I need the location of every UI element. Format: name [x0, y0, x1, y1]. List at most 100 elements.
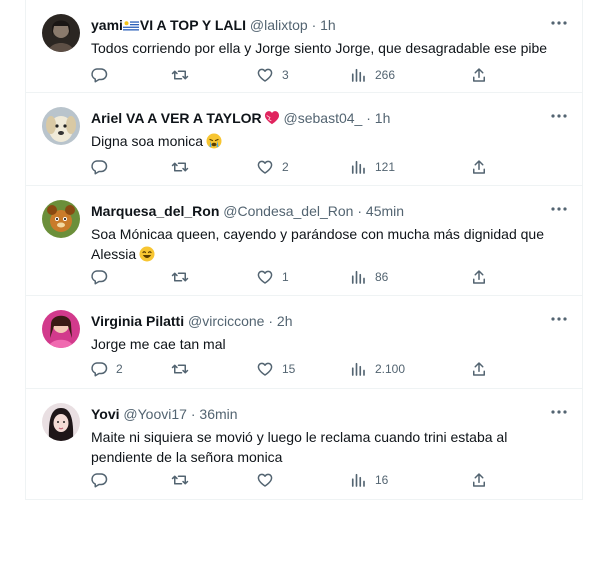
- views-icon: [351, 362, 365, 376]
- tweet-text: Jorge me cae tan mal: [91, 336, 226, 352]
- retweet-button[interactable]: [171, 359, 197, 379]
- more-icon[interactable]: [550, 403, 568, 421]
- separator: ·: [190, 406, 196, 422]
- views-button[interactable]: 121: [349, 157, 395, 177]
- tweet[interactable]: Ariel VA A VER A TAYLOR @sebast04_ · 1h …: [26, 93, 582, 186]
- reply-button[interactable]: [90, 267, 116, 287]
- share-button[interactable]: [470, 65, 488, 85]
- action-bar: 3 266: [84, 65, 504, 85]
- like-count: 1: [282, 270, 289, 284]
- retweet-icon: [171, 272, 189, 282]
- timestamp[interactable]: 45min: [366, 203, 404, 219]
- reply-button[interactable]: 2: [90, 359, 123, 379]
- like-count: 15: [282, 362, 296, 376]
- view-count: 2.100: [375, 362, 406, 376]
- like-button[interactable]: [256, 470, 282, 490]
- reply-count: 2: [116, 362, 123, 376]
- display-name[interactable]: Marquesa_del_Ron: [91, 203, 219, 219]
- display-name[interactable]: Yovi: [91, 406, 120, 422]
- retweet-button[interactable]: [171, 267, 197, 287]
- views-button[interactable]: 86: [349, 267, 388, 287]
- share-button[interactable]: [470, 267, 488, 287]
- display-name[interactable]: yami: [91, 17, 123, 33]
- tweet-header: Virginia Pilatti @virciccone · 2h: [91, 312, 554, 330]
- view-count: 16: [375, 473, 389, 487]
- tweet-text: Maite ni siquiera se movió y luego le re…: [91, 429, 508, 465]
- like-count: 2: [282, 160, 289, 174]
- share-button[interactable]: [470, 157, 488, 177]
- tweet[interactable]: Marquesa_del_Ron @Condesa_del_Ron · 45mi…: [26, 186, 582, 296]
- like-button[interactable]: 15: [256, 359, 295, 379]
- retweet-icon: [171, 70, 189, 80]
- retweet-button[interactable]: [171, 157, 197, 177]
- more-icon[interactable]: [550, 200, 568, 218]
- avatar[interactable]: [42, 310, 80, 348]
- separator: ·: [366, 110, 371, 126]
- timestamp[interactable]: 1h: [320, 17, 336, 33]
- separator: ·: [357, 203, 363, 219]
- views-button[interactable]: 2.100: [349, 359, 405, 379]
- display-name[interactable]: Ariel VA A VER A TAYLOR: [91, 110, 262, 126]
- views-icon: [351, 160, 365, 174]
- tweet-header: Ariel VA A VER A TAYLOR @sebast04_ · 1h: [91, 109, 554, 127]
- tweet-text-content: Soa Mónicaa queen, cayendo y parándose c…: [91, 226, 544, 262]
- share-icon: [473, 68, 485, 82]
- share-button[interactable]: [470, 359, 488, 379]
- like-icon: [257, 270, 273, 284]
- retweet-button[interactable]: [171, 470, 197, 490]
- view-count: 121: [375, 160, 396, 174]
- tweet-header: Yovi @Yoovi17 · 36min: [91, 405, 554, 423]
- views-icon: [351, 270, 365, 284]
- tweet[interactable]: yami VI A TOP Y LALI @lalixtop · 1h Todos…: [26, 0, 582, 93]
- reply-button[interactable]: [90, 157, 116, 177]
- display-name-suffix[interactable]: VI A TOP Y LALI: [140, 17, 246, 33]
- tweet[interactable]: Yovi @Yoovi17 · 36min Maite ni siquiera …: [26, 389, 582, 500]
- handle[interactable]: @sebast04_: [284, 110, 363, 126]
- like-button[interactable]: 2: [256, 157, 289, 177]
- retweet-icon: [171, 364, 189, 374]
- reply-button[interactable]: [90, 470, 116, 490]
- tweet-header: yami VI A TOP Y LALI @lalixtop · 1h: [91, 16, 554, 34]
- reply-icon: [91, 270, 108, 285]
- views-button[interactable]: 16: [349, 470, 388, 490]
- avatar[interactable]: [42, 107, 80, 145]
- timestamp[interactable]: 2h: [277, 313, 293, 329]
- tweet-text-content: Digna soa monica: [91, 133, 204, 149]
- handle[interactable]: @Yoovi17: [123, 406, 187, 422]
- avatar[interactable]: [42, 403, 80, 441]
- handle[interactable]: @Condesa_del_Ron: [223, 203, 353, 219]
- like-count: 3: [282, 68, 289, 82]
- retweet-button[interactable]: [171, 65, 197, 85]
- share-button[interactable]: [470, 470, 488, 490]
- like-button[interactable]: 1: [256, 267, 289, 287]
- reply-icon: [91, 68, 108, 83]
- like-button[interactable]: 3: [256, 65, 289, 85]
- flag-uruguay-icon: [122, 20, 139, 32]
- tweet[interactable]: Virginia Pilatti @virciccone · 2h Jorge …: [26, 296, 582, 389]
- retweet-icon: [171, 162, 189, 172]
- handle[interactable]: @lalixtop: [250, 17, 308, 33]
- tweet-text: Digna soa monica: [91, 131, 558, 151]
- action-bar: 1 86: [84, 267, 504, 287]
- action-bar: 16: [84, 470, 504, 490]
- views-icon: [351, 68, 365, 82]
- handle[interactable]: @virciccone: [188, 313, 264, 329]
- views-button[interactable]: 266: [349, 65, 395, 85]
- grinning-emoji-icon: [139, 246, 155, 262]
- view-count: 86: [375, 270, 389, 284]
- timestamp[interactable]: 1h: [375, 110, 391, 126]
- more-icon[interactable]: [550, 107, 568, 125]
- action-bar: 2 121: [84, 157, 504, 177]
- avatar[interactable]: [42, 14, 80, 52]
- more-icon[interactable]: [550, 310, 568, 328]
- more-icon[interactable]: [550, 14, 568, 32]
- timestamp[interactable]: 36min: [199, 406, 237, 422]
- reply-icon: [91, 473, 108, 488]
- reply-icon: [91, 160, 108, 175]
- display-name[interactable]: Virginia Pilatti: [91, 313, 184, 329]
- reply-button[interactable]: [90, 65, 116, 85]
- share-icon: [473, 473, 485, 487]
- heart-emoji-icon: [264, 111, 279, 125]
- retweet-icon: [171, 475, 189, 485]
- avatar[interactable]: [42, 200, 80, 238]
